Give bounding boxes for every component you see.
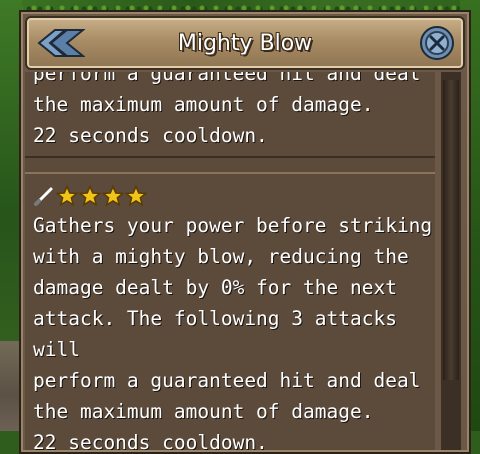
close-icon xyxy=(420,26,454,60)
close-button[interactable] xyxy=(419,25,455,61)
skill-description: Gathers your power before striking with … xyxy=(33,214,433,450)
star-icon xyxy=(56,185,78,207)
window-title: Mighty Blow xyxy=(177,31,313,56)
title-bar: Mighty Blow xyxy=(25,16,465,70)
star-icon xyxy=(79,185,101,207)
skill-info-window: Mighty Blow perform a guaranteed hit and… xyxy=(19,10,471,454)
sword-icon xyxy=(34,187,53,206)
scrollbar[interactable] xyxy=(441,72,461,450)
back-arrow-icon xyxy=(37,29,86,57)
back-button[interactable] xyxy=(37,26,86,60)
skill-rank-rating xyxy=(33,182,435,210)
scrollbar-thumb[interactable] xyxy=(443,80,459,380)
skill-description-list[interactable]: perform a guaranteed hit and deal the ma… xyxy=(25,72,435,450)
star-icon xyxy=(102,185,124,207)
skill-description: perform a guaranteed hit and deal the ma… xyxy=(33,72,421,147)
star-icon xyxy=(125,185,147,207)
list-item: perform a guaranteed hit and deal the ma… xyxy=(25,72,435,158)
list-item: Gathers your power before striking with … xyxy=(25,172,435,450)
